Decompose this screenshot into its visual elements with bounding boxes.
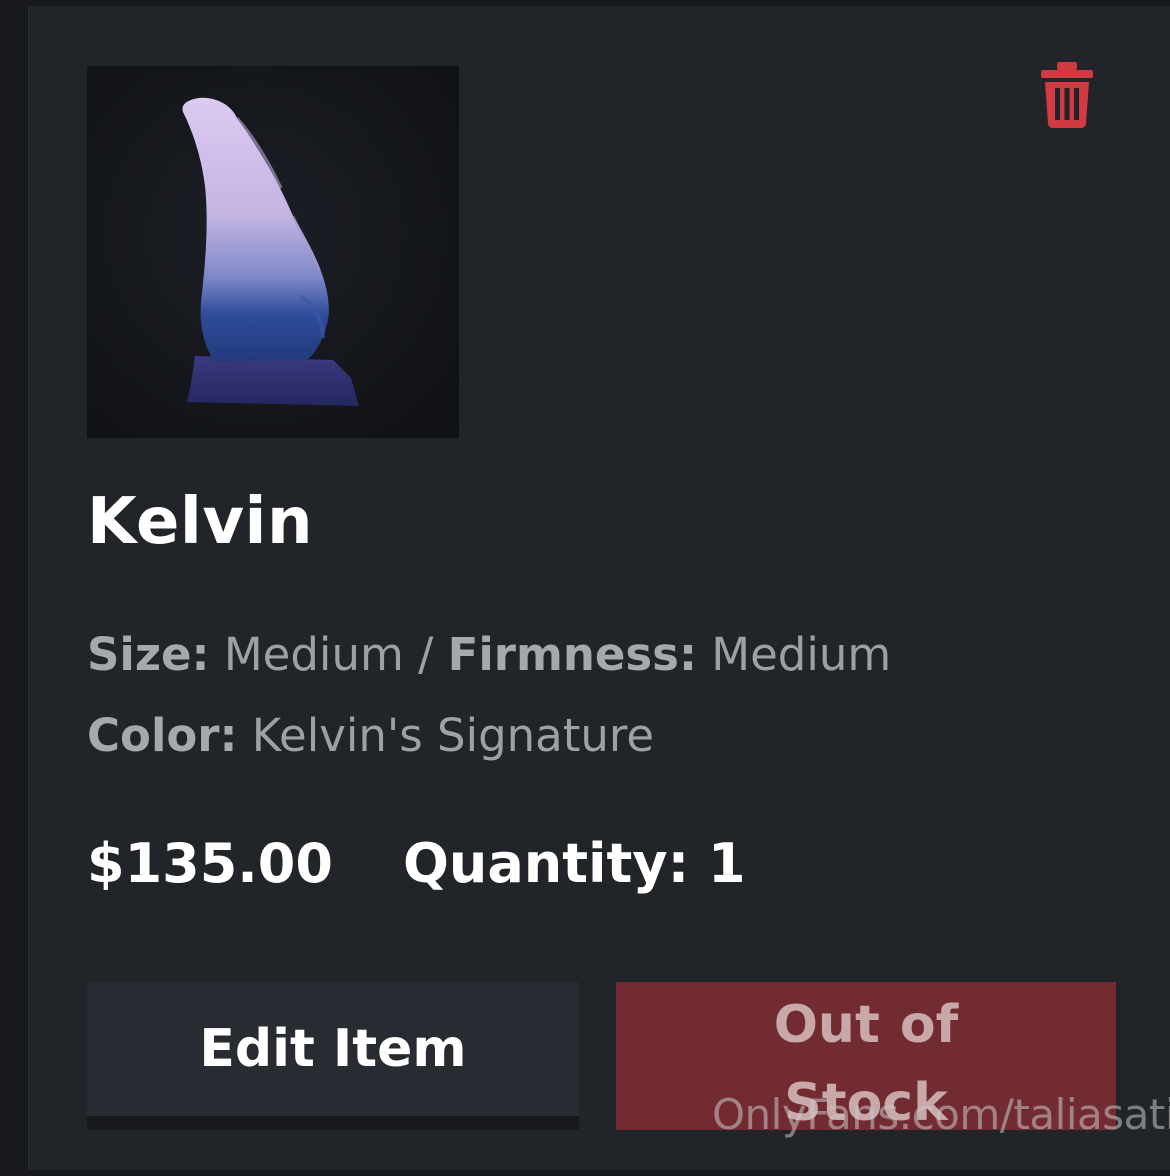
- firmness-value: Medium: [711, 628, 892, 681]
- color-label: Color:: [87, 709, 238, 762]
- trash-icon[interactable]: [1037, 60, 1097, 130]
- firmness-label: Firmness:: [447, 628, 697, 681]
- color-spec: Color: Kelvin's Signature: [87, 709, 654, 763]
- watermark: OnlyFans.com/taliasati: [712, 1090, 1170, 1139]
- spec-separator: /: [418, 628, 434, 681]
- product-title: Kelvin: [87, 485, 314, 559]
- cart-item-card: Kelvin Size: Medium / Firmness: Medium C…: [28, 6, 1170, 1170]
- size-label: Size:: [87, 628, 210, 681]
- page: Kelvin Size: Medium / Firmness: Medium C…: [0, 0, 1170, 1176]
- edit-item-button[interactable]: Edit Item: [87, 982, 579, 1130]
- size-firmness-spec: Size: Medium / Firmness: Medium: [87, 628, 891, 682]
- item-quantity: Quantity: 1: [403, 832, 746, 895]
- size-value: Medium: [223, 628, 404, 681]
- product-image: [87, 66, 459, 438]
- color-value: Kelvin's Signature: [251, 709, 655, 762]
- item-price: $135.00: [87, 832, 333, 895]
